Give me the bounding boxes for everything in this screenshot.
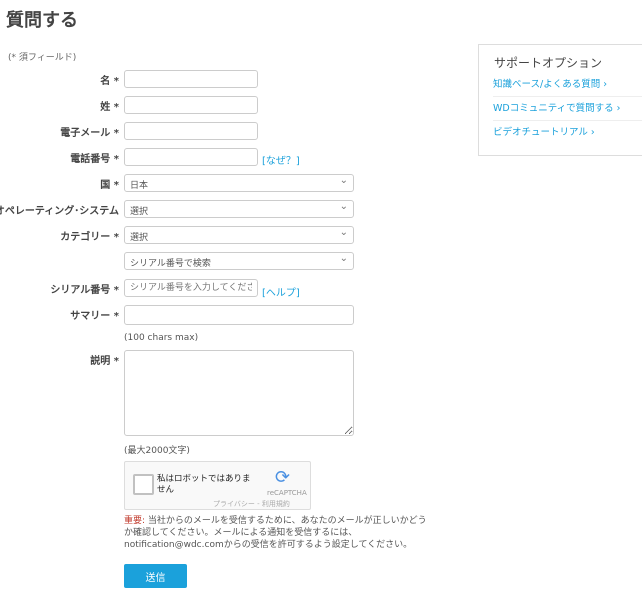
- summary-input[interactable]: [124, 305, 354, 325]
- recaptcha-label: 私はロボットではありません: [157, 474, 251, 495]
- country-label: 国 *: [100, 180, 119, 191]
- sidebar-link-community[interactable]: WDコミュニティで質問する ›: [493, 100, 642, 121]
- os-label: オペレーティング･システム: [0, 206, 119, 217]
- search-by-select[interactable]: シリアル番号で検索: [124, 252, 354, 270]
- os-value: 選択: [130, 207, 149, 217]
- recaptcha-checkbox[interactable]: [133, 474, 154, 495]
- search-by-value: シリアル番号で検索: [130, 259, 211, 269]
- description-label: 説明 *: [90, 356, 119, 367]
- summary-label: サマリー *: [70, 311, 119, 322]
- description-textarea[interactable]: [124, 350, 354, 436]
- email-label: 電子メール *: [60, 128, 119, 139]
- why-link[interactable]: [なぜ？]: [262, 152, 300, 167]
- phone-label: 電話番号 *: [70, 154, 119, 165]
- support-options-panel: サポートオプション 知識ベース/よくある質問 › WDコミュニティで質問する ›…: [478, 44, 642, 156]
- last-name-input[interactable]: [124, 96, 258, 114]
- important-notice: 重要: 当社からのメールを受信するために、あなたのメールが正しいかどうか確認して…: [124, 515, 434, 551]
- recaptcha-links[interactable]: プライバシー - 利用規約: [213, 499, 290, 509]
- help-link[interactable]: [ヘルプ]: [262, 284, 300, 299]
- first-name-input[interactable]: [124, 70, 258, 88]
- important-prefix: 重要:: [124, 516, 146, 526]
- category-value: 選択: [130, 233, 149, 243]
- important-text: 当社からのメールを受信するために、あなたのメールが正しいかどうか確認してください…: [124, 516, 427, 550]
- serial-input[interactable]: [124, 279, 258, 297]
- phone-input[interactable]: [124, 148, 258, 166]
- page-title: 質問する: [6, 10, 78, 31]
- submit-button[interactable]: 送信: [124, 564, 187, 588]
- first-name-label: 名 *: [100, 76, 119, 87]
- category-label: カテゴリー *: [60, 232, 119, 243]
- country-value: 日本: [130, 181, 149, 191]
- last-name-label: 姓 *: [100, 102, 119, 113]
- serial-label: シリアル番号 *: [50, 285, 119, 296]
- sidebar-link-knowledge-base[interactable]: 知識ベース/よくある質問 ›: [493, 76, 642, 97]
- email-input[interactable]: [124, 122, 258, 140]
- os-select[interactable]: 選択: [124, 200, 354, 218]
- description-hint: (最大2000文字): [124, 446, 190, 456]
- country-select[interactable]: 日本: [124, 174, 354, 192]
- recaptcha-widget: 私はロボットではありません ⟳ reCAPTCHA プライバシー - 利用規約: [124, 461, 311, 510]
- required-note: (* 須フィールド): [8, 53, 77, 63]
- category-select[interactable]: 選択: [124, 226, 354, 244]
- sidebar-link-video-tutorials[interactable]: ビデオチュートリアル ›: [493, 124, 642, 144]
- recaptcha-logo-icon: ⟳: [275, 467, 291, 488]
- support-options-title: サポートオプション: [494, 56, 603, 70]
- recaptcha-brand: reCAPTCHA: [267, 489, 307, 497]
- summary-hint: (100 chars max): [124, 333, 199, 343]
